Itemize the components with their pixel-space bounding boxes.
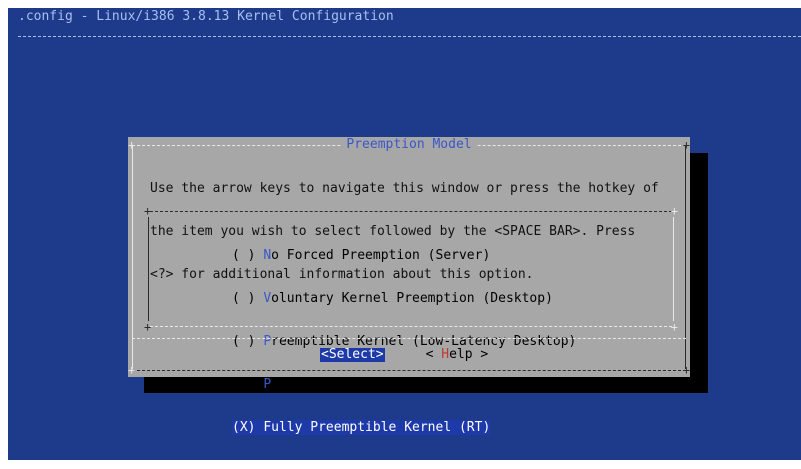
corner-plus: + xyxy=(144,320,152,334)
radio-mark[interactable]: ( ) xyxy=(232,334,255,349)
corner-plus: + xyxy=(670,320,678,334)
preemption-dialog: + + Preemption Model Use the arrow keys … xyxy=(128,137,690,435)
dialog-left-border xyxy=(132,145,133,369)
options-list: ( ) No Forced Preemption (Server) ( ) Vo… xyxy=(232,220,576,463)
btn-text: elp > xyxy=(449,347,489,362)
radio-mark[interactable]: ( ) xyxy=(232,291,255,306)
btn-bracket: < xyxy=(321,347,329,362)
option-label: No Forced Preemption (Server) xyxy=(255,248,490,263)
list-right-border xyxy=(673,217,674,321)
option-label: Preemptible Kernel (Low-Latency Desktop) xyxy=(255,334,576,349)
list-top-border xyxy=(150,211,672,212)
dialog-title: Preemption Model xyxy=(340,138,478,152)
help-button[interactable]: < Help > xyxy=(425,348,490,362)
btn-bracket: < xyxy=(425,347,442,362)
hotkey-char: P xyxy=(263,334,272,349)
title-divider xyxy=(18,36,801,37)
option-preemptible-low-latency[interactable]: ( ) Preemptible Kernel (Low-Latency Desk… xyxy=(232,334,576,349)
option-text: oluntary Kernel Preemption (Desktop) xyxy=(271,291,553,306)
hotkey-char: S xyxy=(328,347,337,362)
option-text: reemptible Kernel (Basic RT) xyxy=(271,377,491,392)
corner-plus: + xyxy=(670,204,678,218)
option-label: Preemptible Kernel (Basic RT) xyxy=(255,377,490,392)
corner-plus: + xyxy=(682,363,690,377)
button-row: <Select> < Help > xyxy=(320,348,489,362)
hotkey-char: H xyxy=(441,347,450,362)
button-separator xyxy=(132,338,686,339)
corner-plus: + xyxy=(144,204,152,218)
option-text: o Forced Preemption (Server) xyxy=(271,248,491,263)
option-label: Voluntary Kernel Preemption (Desktop) xyxy=(255,291,553,306)
btn-text: elect> xyxy=(336,347,384,362)
hotkey-char: P xyxy=(263,377,272,392)
hotkey-char: V xyxy=(263,291,272,306)
list-left-border xyxy=(148,217,149,321)
option-fully-preemptible-rt[interactable]: (X) Fully Preemptible Kernel (RT) xyxy=(232,420,576,435)
radio-mark-selected[interactable]: (X) xyxy=(232,420,256,435)
option-voluntary-preemption[interactable]: ( ) Voluntary Kernel Preemption (Desktop… xyxy=(232,291,576,306)
radio-mark[interactable]: ( ) xyxy=(232,377,255,392)
option-preemptible-basic-rt[interactable]: ( ) Preemptible Kernel (Basic RT) xyxy=(232,377,576,392)
option-text: ully Preemptible Kernel (RT) xyxy=(271,420,491,435)
corner-plus: + xyxy=(682,138,690,152)
dialog-right-border xyxy=(685,145,686,369)
option-no-forced-preemption[interactable]: ( ) No Forced Preemption (Server) xyxy=(232,248,576,263)
radio-mark[interactable]: ( ) xyxy=(232,248,255,263)
help-line: Use the arrow keys to navigate this wind… xyxy=(150,181,659,196)
hotkey-char: F xyxy=(263,420,272,435)
option-text: reemptible Kernel (Low-Latency Desktop) xyxy=(271,334,577,349)
option-label: Fully Preemptible Kernel (RT) xyxy=(255,420,491,435)
window-title: .config - Linux/i386 3.8.13 Kernel Confi… xyxy=(18,9,394,24)
select-button[interactable]: <Select> xyxy=(320,348,385,362)
corner-plus: + xyxy=(128,363,136,377)
hotkey-char: N xyxy=(263,248,272,263)
dialog-bottom-border xyxy=(132,370,686,371)
